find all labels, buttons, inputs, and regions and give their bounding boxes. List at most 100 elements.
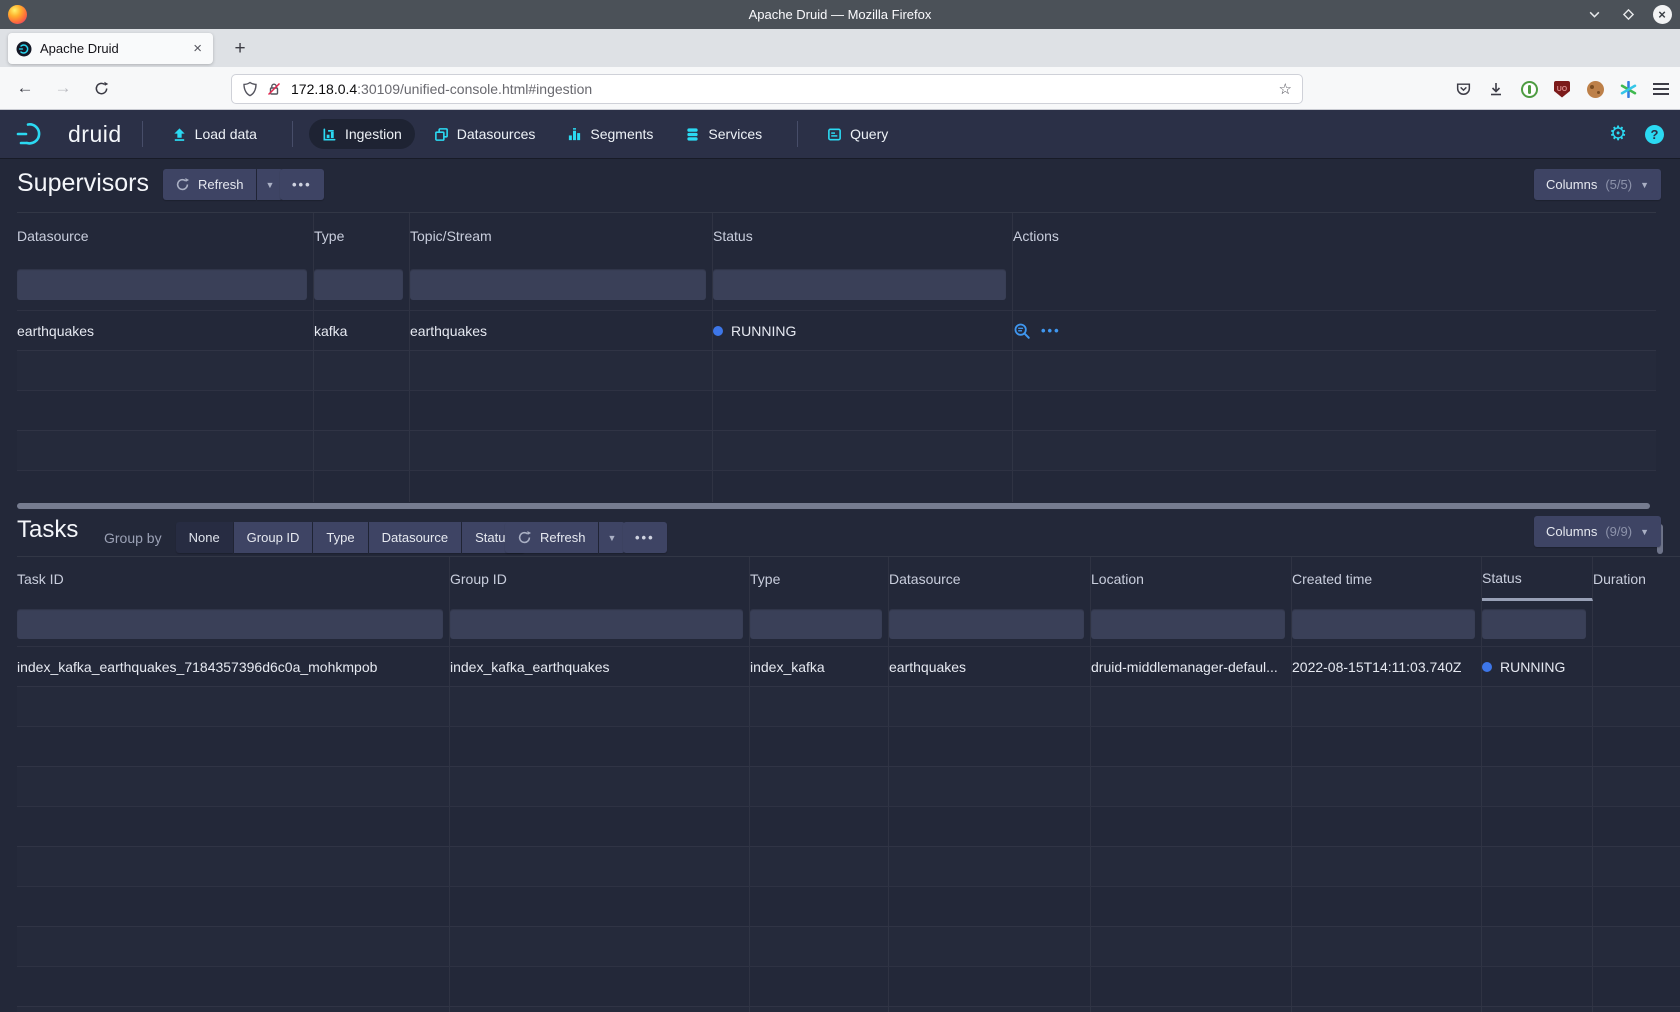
table-row bbox=[17, 430, 1656, 470]
tasks-columns-button[interactable]: Columns (9/9) ▼ bbox=[1534, 516, 1661, 547]
supervisors-refresh-button[interactable]: Refresh bbox=[163, 169, 256, 200]
group-by-datasource-button[interactable]: Datasource bbox=[369, 522, 461, 553]
window-title: Apache Druid — Mozilla Firefox bbox=[0, 7, 1680, 22]
nav-item-load-data[interactable]: Load data bbox=[159, 119, 270, 149]
supervisors-header: Supervisors Refresh ▼ ••• Columns (5/5) … bbox=[0, 158, 1680, 212]
tasks-filter-row bbox=[17, 601, 1680, 646]
supervisors-filter-type[interactable] bbox=[314, 269, 403, 300]
help-icon[interactable]: ? bbox=[1645, 125, 1664, 144]
tasks-table: Task ID Group ID Type Datasource Locatio… bbox=[17, 556, 1680, 1012]
status-text: RUNNING bbox=[1500, 659, 1565, 675]
more-icon: ••• bbox=[635, 530, 655, 545]
url-bar[interactable]: 172.18.0.4:30109/unified-console.html#in… bbox=[231, 74, 1303, 104]
reload-button[interactable] bbox=[86, 73, 116, 103]
nav-separator bbox=[797, 121, 798, 147]
nav-item-label: Services bbox=[708, 126, 762, 142]
more-icon: ••• bbox=[292, 177, 312, 192]
download-icon[interactable] bbox=[1487, 80, 1505, 98]
bookmark-star-icon[interactable]: ☆ bbox=[1279, 80, 1292, 98]
header-duration[interactable]: Duration bbox=[1593, 557, 1680, 601]
cell-topic-stream: earthquakes bbox=[410, 311, 713, 350]
cell-type: index_kafka bbox=[750, 647, 889, 686]
table-row bbox=[17, 470, 1656, 502]
tab-close-button[interactable]: × bbox=[190, 40, 205, 57]
tasks-filter-type[interactable] bbox=[750, 609, 882, 639]
supervisors-more-button[interactable]: ••• bbox=[280, 169, 324, 200]
nav-item-label: Segments bbox=[590, 126, 653, 142]
status-text: RUNNING bbox=[731, 323, 796, 339]
tasks-filter-created-time[interactable] bbox=[1292, 609, 1475, 639]
supervisors-filter-datasource[interactable] bbox=[17, 269, 307, 300]
window-minimize-button[interactable] bbox=[1584, 5, 1604, 25]
header-location[interactable]: Location bbox=[1091, 557, 1292, 601]
tasks-refresh-button[interactable]: Refresh bbox=[505, 522, 598, 553]
supervisor-row[interactable]: earthquakes kafka earthquakes RUNNING ••… bbox=[17, 310, 1656, 350]
extension-icon-cookie[interactable] bbox=[1586, 80, 1604, 98]
gear-icon[interactable]: ⚙ bbox=[1609, 124, 1627, 144]
extension-icon-green[interactable] bbox=[1520, 80, 1538, 98]
header-datasource[interactable]: Datasource bbox=[17, 213, 314, 258]
header-topic-stream[interactable]: Topic/Stream bbox=[410, 213, 713, 258]
lock-slash-icon bbox=[266, 81, 282, 97]
group-by-type-button[interactable]: Type bbox=[313, 522, 367, 553]
tasks-filter-status[interactable] bbox=[1482, 609, 1586, 639]
pocket-icon[interactable] bbox=[1454, 80, 1472, 98]
group-by-none-button[interactable]: None bbox=[176, 522, 233, 553]
nav-item-label: Datasources bbox=[457, 126, 536, 142]
back-button[interactable]: ← bbox=[10, 73, 40, 103]
group-by-group-id-button[interactable]: Group ID bbox=[234, 522, 313, 553]
tasks-more-button[interactable]: ••• bbox=[623, 522, 667, 553]
supervisors-filter-row bbox=[17, 258, 1656, 310]
tasks-filter-location[interactable] bbox=[1091, 609, 1285, 639]
tasks-refresh-caret-button[interactable]: ▼ bbox=[599, 522, 626, 553]
browser-tab[interactable]: Apache Druid × bbox=[8, 33, 213, 64]
menu-button[interactable] bbox=[1652, 80, 1670, 98]
header-type[interactable]: Type bbox=[750, 557, 889, 601]
nav-separator bbox=[142, 121, 143, 147]
nav-separator bbox=[292, 121, 293, 147]
tasks-filter-datasource[interactable] bbox=[889, 609, 1084, 639]
nav-item-segments[interactable]: Segments bbox=[554, 119, 666, 149]
nav-item-services[interactable]: Services bbox=[672, 119, 775, 149]
task-row[interactable]: index_kafka_earthquakes_7184357396d6c0a_… bbox=[17, 646, 1680, 686]
columns-label: Columns bbox=[1546, 177, 1597, 192]
supervisors-filter-status[interactable] bbox=[713, 269, 1006, 300]
table-row bbox=[17, 686, 1680, 726]
nav-item-ingestion[interactable]: Ingestion bbox=[309, 119, 415, 149]
extension-icon-ublock[interactable]: UO bbox=[1553, 80, 1571, 98]
extension-icon-asterisk[interactable] bbox=[1619, 80, 1637, 98]
header-status-sorted[interactable]: Status bbox=[1482, 557, 1593, 601]
window-close-button[interactable]: × bbox=[1652, 5, 1672, 25]
cell-actions: ••• bbox=[1013, 311, 1656, 350]
table-row bbox=[17, 966, 1680, 1006]
shield-icon bbox=[242, 81, 258, 97]
row-more-icon[interactable]: ••• bbox=[1041, 323, 1061, 338]
window-maximize-button[interactable] bbox=[1618, 5, 1638, 25]
tasks-filter-group-id[interactable] bbox=[450, 609, 743, 639]
header-type[interactable]: Type bbox=[314, 213, 410, 258]
header-created-time[interactable]: Created time bbox=[1292, 557, 1482, 601]
supervisors-columns-button[interactable]: Columns (5/5) ▼ bbox=[1534, 169, 1661, 200]
magnify-details-icon[interactable] bbox=[1013, 322, 1031, 340]
nav-item-datasources[interactable]: Datasources bbox=[421, 119, 549, 149]
cell-datasource: earthquakes bbox=[889, 647, 1091, 686]
tasks-title: Tasks bbox=[17, 516, 78, 544]
cell-status: RUNNING bbox=[713, 311, 1013, 350]
tab-title: Apache Druid bbox=[40, 41, 190, 56]
table-row bbox=[17, 350, 1656, 390]
supervisors-table: Datasource Type Topic/Stream Status Acti… bbox=[17, 212, 1656, 502]
cell-created-time: 2022-08-15T14:11:03.740Z bbox=[1292, 647, 1482, 686]
status-dot bbox=[1482, 662, 1492, 672]
druid-navbar: druid Load data Ingestion Da bbox=[0, 110, 1680, 158]
header-status[interactable]: Status bbox=[713, 213, 1013, 258]
nav-item-query[interactable]: Query bbox=[814, 119, 901, 149]
header-task-id[interactable]: Task ID bbox=[17, 557, 450, 601]
tasks-filter-task-id[interactable] bbox=[17, 609, 443, 639]
status-dot bbox=[713, 326, 723, 336]
header-group-id[interactable]: Group ID bbox=[450, 557, 750, 601]
close-icon: × bbox=[1653, 5, 1672, 24]
header-datasource[interactable]: Datasource bbox=[889, 557, 1091, 601]
supervisors-filter-topic-stream[interactable] bbox=[410, 269, 706, 300]
new-tab-button[interactable]: + bbox=[226, 35, 254, 63]
url-host: 172.18.0.4 bbox=[291, 81, 357, 97]
